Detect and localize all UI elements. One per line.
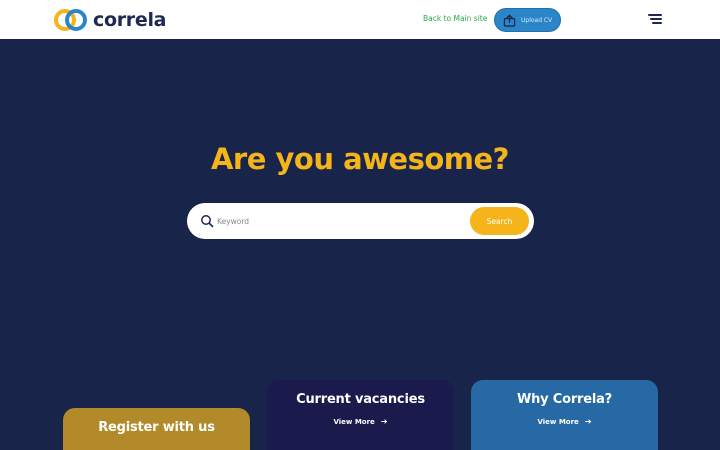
view-more-label: View More (333, 417, 375, 426)
arrow-right-icon: ➔ (380, 417, 388, 426)
upload-cv-label: Upload CV (521, 16, 553, 24)
register-card-title: Register with us (98, 420, 215, 435)
search-bar: Search (187, 203, 534, 239)
arrow-right-icon: ➔ (584, 417, 592, 426)
why-card-title: Why Correla? (516, 392, 613, 407)
why-view-more-link[interactable]: View More ➔ (537, 417, 591, 426)
search-button[interactable]: Search (470, 207, 529, 235)
vacancies-view-more-link[interactable]: View More ➔ (333, 417, 387, 426)
upload-cv-button[interactable]: Upload CV (494, 8, 561, 32)
vacancies-card-title: Current vacancies (296, 392, 425, 407)
logo-rings-icon (54, 8, 88, 32)
current-vacancies-card[interactable]: Current vacancies View More ➔ (267, 380, 454, 450)
register-card[interactable]: Register with us (63, 408, 250, 450)
search-icon (201, 215, 214, 228)
view-more-label: View More (537, 417, 579, 426)
hero-title: Are you awesome? (210, 142, 510, 176)
logo-ring-blue (65, 9, 87, 31)
hamburger-menu-icon[interactable] (648, 14, 662, 25)
back-to-main-site-link[interactable]: Back to Main site (423, 14, 487, 23)
upload-icon (503, 14, 516, 27)
site-header: correla Back to Main site Upload CV (0, 0, 720, 39)
keyword-search-input[interactable] (217, 212, 457, 230)
logo[interactable]: correla (54, 7, 166, 33)
logo-text: correla (93, 9, 167, 31)
why-correla-card[interactable]: Why Correla? View More ➔ (471, 380, 658, 450)
